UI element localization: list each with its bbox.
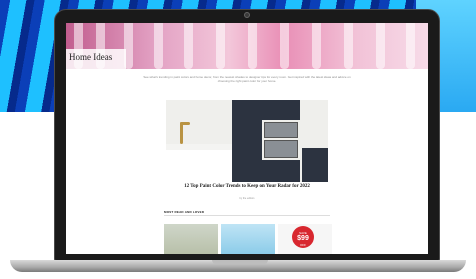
paint-stripe [406,23,415,69]
badge-off-label: OFF [300,243,306,247]
article-thumbnail[interactable] [164,224,218,254]
hero-banner: Home Ideas [66,23,428,69]
paint-stripe [248,23,257,69]
badge-price: $99 [297,235,309,242]
feature-byline: by the editors [239,197,255,200]
webcam-icon [244,12,250,18]
paint-stripe [154,23,163,69]
laptop-screen: Home Ideas See what's trending in paint … [66,23,428,254]
intro-paragraph: See what's trending in paint colors and … [143,75,351,83]
page-title: Home Ideas [69,52,113,62]
dark-cabinet [232,100,262,182]
divider [164,215,330,216]
lower-cabinet [262,160,300,182]
faucet-arm [180,122,190,125]
article-thumbnail[interactable] [221,224,275,254]
upper-cabinet [262,100,300,120]
kitchen-island [166,150,232,182]
paint-stripe [280,23,289,69]
paint-stripe [184,23,193,69]
oven-bottom [264,140,298,158]
paint-stripe [344,23,353,69]
feature-image[interactable] [166,100,328,182]
side-cabinet [302,148,328,182]
most-read-heading: MOST READ AND LOVED [164,210,205,214]
paint-stripe [216,23,225,69]
feature-headline[interactable]: 12 Top Paint Color Trends to Keep on You… [154,184,340,190]
oven-top [264,122,298,138]
paint-stripe [376,23,385,69]
price-badge: SAVE $99 OFF [292,226,314,248]
laptop-notch [212,260,268,264]
paint-stripe [312,23,321,69]
faucet-icon [180,122,183,144]
